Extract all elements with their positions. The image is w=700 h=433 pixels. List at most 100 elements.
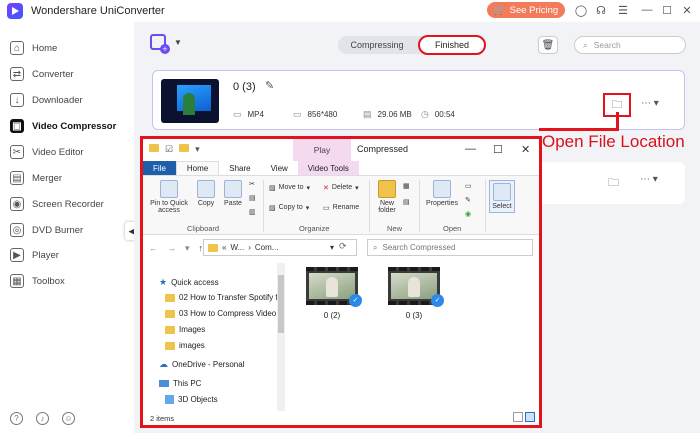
chevron-down-icon[interactable]: ▼	[174, 38, 182, 47]
tab-video-tools[interactable]: Video Tools	[297, 161, 359, 175]
details-view-icon[interactable]	[513, 412, 523, 422]
user-icon[interactable]: ◯	[574, 3, 588, 17]
new-item-icon[interactable]: ▦	[403, 182, 410, 190]
maximize-icon[interactable]: ☐	[660, 3, 674, 17]
more-options-icon[interactable]: ⋯ ▾	[640, 174, 658, 185]
more-options-icon[interactable]: ⋯ ▾	[641, 98, 659, 109]
see-pricing-button[interactable]: 🛒 See Pricing	[487, 2, 565, 18]
tree-label: images	[179, 341, 205, 350]
tree-folder[interactable]: 02 How to Transfer Spotify fr	[165, 293, 280, 302]
refresh-icon[interactable]: ⟳	[339, 241, 347, 252]
tree-this-pc[interactable]: This PC	[159, 379, 201, 388]
close-icon[interactable]: ✕	[521, 143, 530, 156]
pin-quick-access-button[interactable]: Pin to Quick access	[147, 180, 191, 214]
address-overflow: «	[222, 243, 227, 252]
easy-access-icon[interactable]: ▤	[403, 198, 410, 206]
toolbox-icon: ▦	[10, 274, 24, 288]
folder-icon[interactable]	[149, 144, 159, 155]
add-file-icon[interactable]	[150, 34, 170, 54]
sidebar-item-video-compressor[interactable]: ▣ Video Compressor	[0, 115, 134, 137]
video-thumbnail[interactable]	[161, 79, 219, 123]
new-folder-button[interactable]: New folder	[373, 180, 401, 214]
tab-home[interactable]: Home	[175, 161, 220, 175]
sidebar-item-dvd-burner[interactable]: ◎ DVD Burner	[0, 219, 134, 241]
feedback-icon[interactable]: ☺	[62, 412, 75, 425]
tab-share[interactable]: Share	[219, 161, 260, 175]
check-icon[interactable]: ☑	[165, 144, 173, 155]
tree-3d-objects[interactable]: 3D Objects	[165, 395, 218, 404]
status-switch: Compressing Finished	[338, 35, 486, 55]
address-bar[interactable]: « W... › Com... ▾	[203, 239, 357, 256]
sidebar-item-home[interactable]: ⌂ Home	[0, 37, 134, 59]
open-icon[interactable]: ▭	[465, 182, 472, 190]
chevron-down-icon[interactable]: ▾	[330, 243, 334, 252]
sidebar-item-merger[interactable]: ▤ Merger	[0, 167, 134, 189]
breadcrumb-segment[interactable]: W...	[230, 243, 244, 252]
trash-icon[interactable]: 🗑	[538, 36, 558, 54]
close-icon[interactable]: ✕	[680, 3, 694, 17]
tab-finished[interactable]: Finished	[418, 35, 486, 55]
properties-icon	[433, 180, 451, 198]
select-button[interactable]: Select	[489, 180, 515, 213]
tree-folder[interactable]: Images	[165, 325, 205, 334]
sidebar-item-screen-recorder[interactable]: ◉ Screen Recorder	[0, 193, 134, 215]
tab-file[interactable]: File	[143, 161, 176, 175]
paste-shortcut-icon[interactable]: ▥	[249, 208, 256, 216]
file-list: ✓ 0 (2) ✓ 0 (3)	[289, 263, 539, 411]
sidebar-item-downloader[interactable]: ↓ Downloader	[0, 89, 134, 111]
tab-view[interactable]: View	[261, 161, 298, 175]
tree-onedrive[interactable]: ☁ OneDrive - Personal	[159, 359, 244, 370]
breadcrumb-segment[interactable]: Com...	[255, 243, 279, 252]
delete-label: Delete	[331, 184, 353, 191]
headset-icon[interactable]: ☊	[594, 3, 608, 17]
new-folder-icon	[378, 180, 396, 198]
search-input[interactable]: ⌕ Search	[574, 36, 686, 54]
forward-arrow-icon[interactable]: →	[167, 243, 176, 254]
scissors-icon[interactable]: ✂	[249, 180, 255, 188]
nav-scrollbar[interactable]	[277, 263, 285, 411]
sidebar-item-video-editor[interactable]: ✂ Video Editor	[0, 141, 134, 163]
copy-button[interactable]: Copy	[193, 180, 219, 207]
copy-to-button[interactable]: ▨ Copy to ▾	[269, 204, 309, 212]
resolution-meta: ▭ 856*480	[293, 109, 337, 120]
large-icons-view-icon[interactable]	[525, 412, 535, 422]
history-icon[interactable]: ◉	[465, 210, 471, 218]
see-pricing-label: See Pricing	[509, 4, 559, 16]
menu-icon[interactable]: ☰	[616, 3, 630, 17]
copy-path-icon[interactable]: ▤	[249, 194, 256, 202]
file-card[interactable]: 0 (3) ✎ ▭ MP4 ▭ 856*480 ▤ 29.06 MB ◷ 00:…	[152, 70, 685, 130]
file-explorer-window[interactable]: ☑ ▾ Play Compressed — ☐ ✕ File Home Shar…	[140, 136, 542, 428]
delete-button[interactable]: ✕ Delete ▾	[323, 184, 359, 192]
recent-chevron-icon[interactable]: ▾	[185, 243, 190, 254]
minimize-icon[interactable]: —	[640, 3, 654, 17]
sidebar-item-converter[interactable]: ⇄ Converter	[0, 63, 134, 85]
tree-folder[interactable]: 03 How to Compress Video F	[165, 309, 283, 318]
edit-icon[interactable]: ✎	[465, 196, 471, 204]
sidebar-item-label: Merger	[32, 172, 63, 184]
chevron-down-icon[interactable]: ▾	[195, 144, 200, 155]
explorer-search-input[interactable]: ⌕ Search Compressed	[367, 239, 533, 256]
folder-icon[interactable]	[179, 144, 190, 155]
tab-compressing[interactable]: Compressing	[338, 36, 416, 54]
tree-quick-access[interactable]: ★ Quick access	[159, 277, 219, 288]
scroll-thumb[interactable]	[278, 275, 284, 333]
bell-icon[interactable]: ♪	[36, 412, 49, 425]
minimize-icon[interactable]: —	[465, 143, 476, 155]
tree-folder[interactable]: images	[165, 341, 205, 350]
paste-button[interactable]: Paste	[219, 180, 247, 207]
help-icon[interactable]: ?	[10, 412, 23, 425]
back-arrow-icon[interactable]: ←	[149, 243, 158, 254]
properties-button[interactable]: Properties	[423, 180, 461, 207]
resolution-icon: ▭	[293, 109, 302, 119]
move-to-button[interactable]: ▨ Move to ▾	[269, 184, 310, 192]
add-files-control[interactable]: ▼	[150, 34, 182, 54]
sidebar-item-player[interactable]: ▶ Player	[0, 244, 134, 266]
sidebar-item-toolbox[interactable]: ▦ Toolbox	[0, 270, 134, 292]
file-item[interactable]: ✓ 0 (2)	[297, 267, 367, 320]
rename-button[interactable]: ▭ Rename	[323, 204, 359, 212]
file-item[interactable]: ✓ 0 (3)	[379, 267, 449, 320]
edit-icon[interactable]: ✎	[265, 79, 274, 92]
player-icon: ▶	[10, 248, 24, 262]
maximize-icon[interactable]: ☐	[493, 143, 503, 156]
folder-icon[interactable]: 🗀	[608, 174, 619, 193]
